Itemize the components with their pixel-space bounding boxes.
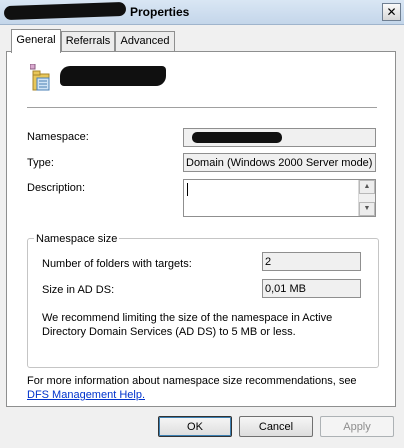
text-caret <box>187 183 188 196</box>
info-text: For more information about namespace siz… <box>27 375 357 387</box>
cancel-button[interactable]: Cancel <box>239 416 313 437</box>
close-button[interactable]: ✕ <box>382 3 401 21</box>
folders-field[interactable]: 2 <box>262 252 361 271</box>
namespace-field[interactable] <box>183 128 376 147</box>
description-label: Description: <box>27 182 86 194</box>
apply-button[interactable]: Apply <box>320 416 394 437</box>
scroll-down-icon[interactable]: ▼ <box>359 202 375 216</box>
help-link[interactable]: DFS Management Help. <box>27 389 145 401</box>
description-textarea[interactable]: ▲ ▼ <box>183 179 376 217</box>
redacted-title <box>3 1 127 21</box>
folders-label: Number of folders with targets: <box>42 258 192 270</box>
ok-button[interactable]: OK <box>158 416 232 437</box>
tab-general[interactable]: General <box>11 29 61 53</box>
title-bar: Properties ✕ <box>0 0 404 25</box>
redacted-namespace-name <box>60 66 166 86</box>
tab-referrals[interactable]: Referrals <box>61 31 115 52</box>
namespace-size-title: Namespace size <box>34 233 120 245</box>
type-label: Type: <box>27 157 54 169</box>
namespace-folder-icon <box>30 64 50 91</box>
type-field[interactable]: Domain (Windows 2000 Server mode) <box>183 153 376 172</box>
tab-advanced[interactable]: Advanced <box>115 31 175 52</box>
scroll-up-icon[interactable]: ▲ <box>359 180 375 194</box>
recommendation-text: We recommend limiting the size of the na… <box>42 312 333 338</box>
namespace-label: Namespace: <box>27 131 89 143</box>
description-scrollbar[interactable]: ▲ ▼ <box>358 180 375 216</box>
size-label: Size in AD DS: <box>42 284 115 296</box>
divider <box>27 107 377 108</box>
size-field[interactable]: 0,01 MB <box>262 279 361 298</box>
window-title: Properties <box>130 5 190 19</box>
